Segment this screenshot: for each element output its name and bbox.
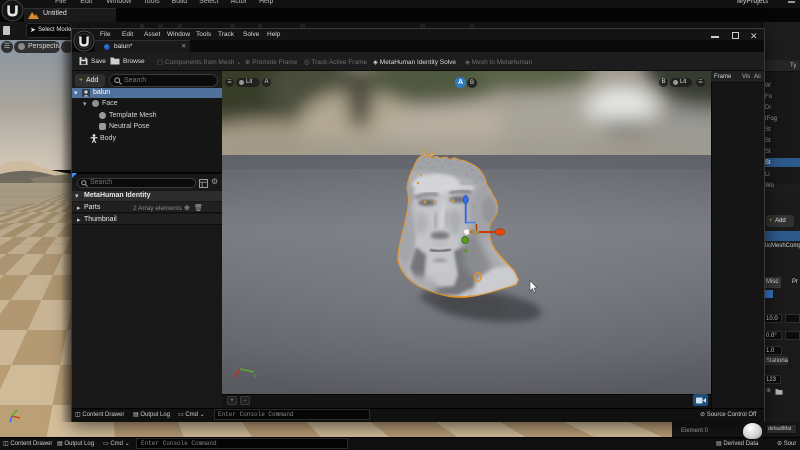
- svg-text:y: y: [254, 373, 257, 379]
